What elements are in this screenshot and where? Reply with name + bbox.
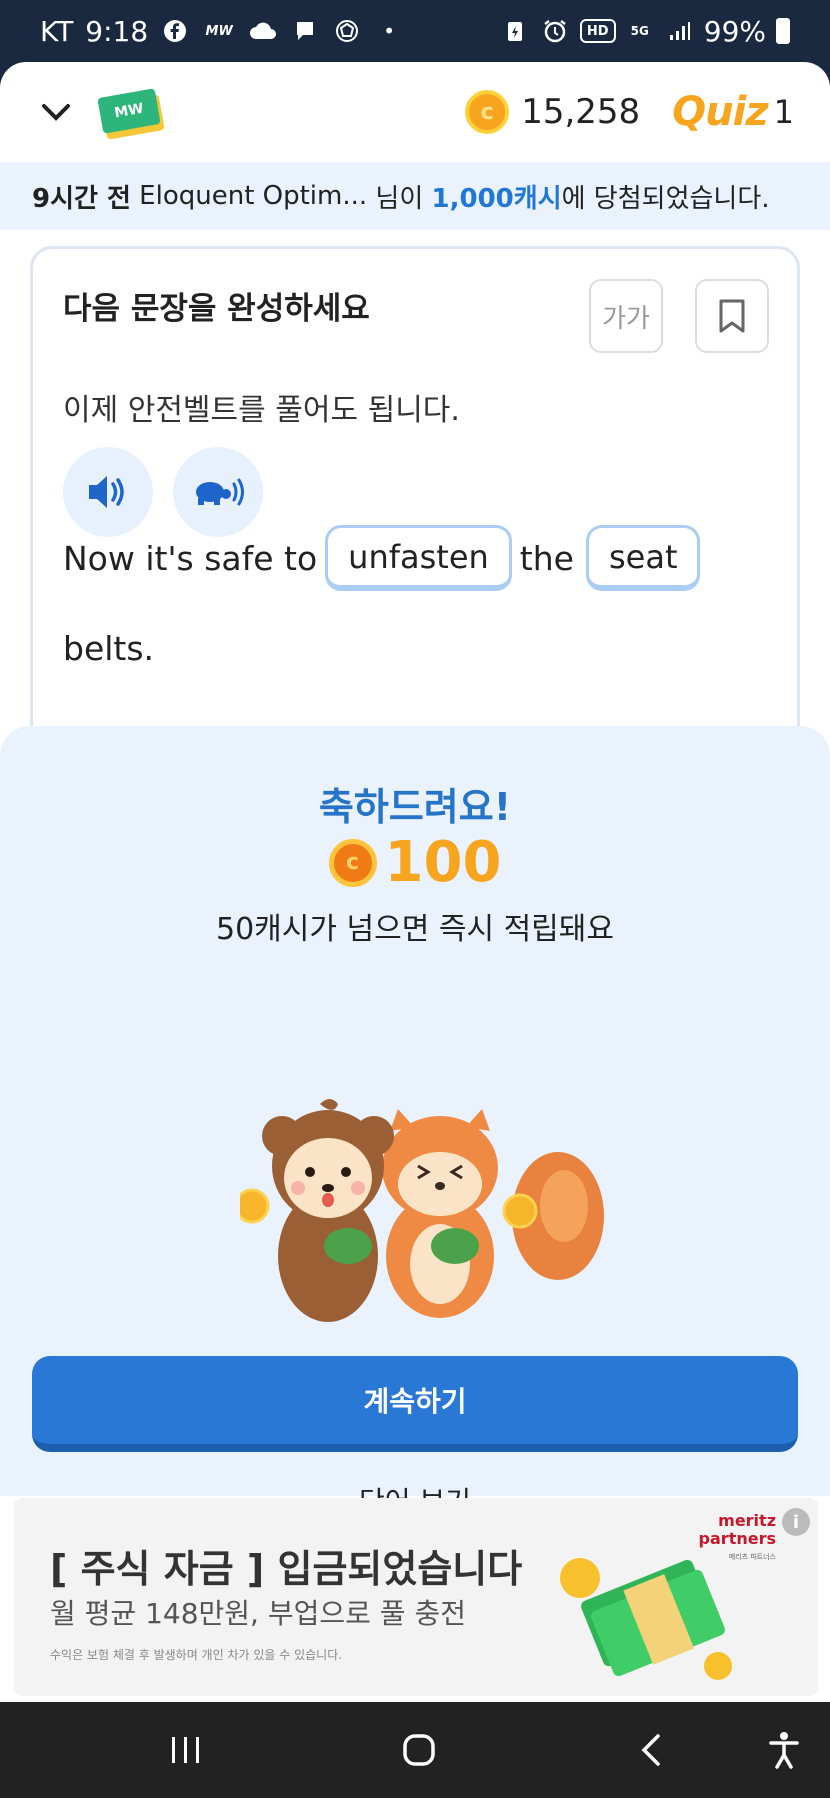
network-5g-icon: 5G xyxy=(630,24,649,38)
sentence-text: belts. xyxy=(63,629,155,668)
system-nav-bar xyxy=(0,1702,830,1798)
ad-brand-name-2: partners xyxy=(698,1529,776,1548)
quiz-instruction: 다음 문장을 완성하세요 xyxy=(63,291,370,327)
korean-sentence: 이제 안전벨트를 풀어도 됩니다. xyxy=(63,393,460,428)
congrats-title: 축하드려요! xyxy=(318,785,512,829)
ad-subtitle: 월 평균 148만원, 부업으로 풀 충전 xyxy=(50,1597,466,1630)
ad-disclaimer: 수익은 보험 체결 후 발생하며 개인 차가 있을 수 있습니다. xyxy=(50,1648,343,1662)
english-sentence-line-2: belts. xyxy=(63,629,154,668)
result-sheet: 축하드려요! c 100 50캐시가 넘으면 즉시 적립돼요 계속하기 xyxy=(0,726,830,1518)
quiz-count: 1 xyxy=(773,93,794,131)
alarm-icon xyxy=(540,16,570,46)
mascot-illustration xyxy=(240,1099,604,1322)
battery-saver-icon xyxy=(500,16,530,46)
banner-user: Eloquent Optim... xyxy=(139,181,368,211)
banner-middle: 님이 xyxy=(375,183,424,214)
chat-icon xyxy=(290,16,320,46)
turtle-icon xyxy=(196,478,244,506)
sentence-text: Now it's safe to xyxy=(63,538,318,578)
clock: 9:18 xyxy=(85,14,149,48)
app-logo[interactable]: MW xyxy=(97,88,165,140)
cash-balance[interactable]: 15,258 xyxy=(521,92,640,132)
battery-icon xyxy=(776,18,790,44)
back-icon xyxy=(641,1734,660,1766)
ad-brand-name: meritz xyxy=(718,1511,776,1530)
coin-icon: c xyxy=(328,838,377,887)
reward-note: 50캐시가 넘으면 즉시 적립돼요 xyxy=(216,912,614,947)
back-button[interactable] xyxy=(626,1724,678,1776)
winner-banner: 9시간 전 Eloquent Optim... 님이 1,000캐시 에 당첨되었… xyxy=(0,162,830,230)
collapse-button[interactable] xyxy=(36,92,76,132)
reward-amount-row: c 100 xyxy=(0,830,830,895)
battery-percent: 99% xyxy=(703,14,766,48)
font-size-button[interactable]: 가가 xyxy=(589,279,663,353)
chevron-down-icon xyxy=(42,104,70,121)
accessibility-button[interactable] xyxy=(758,1724,810,1776)
app-header: MW c 15,258 Quiz 1 xyxy=(0,62,830,162)
answer-chip-unfasten[interactable]: unfasten xyxy=(325,525,512,591)
english-sentence-line-1: Now it's safe to unfasten the seat xyxy=(63,525,708,591)
ad-info-button[interactable]: i xyxy=(782,1508,810,1536)
cloud-icon xyxy=(248,16,278,46)
settings-gem-icon xyxy=(332,16,362,46)
ad-banner[interactable]: [ 주식 자금 ] 입금되었습니다 월 평균 148만원, 부업으로 풀 충전 … xyxy=(14,1498,818,1696)
banner-time: 9시간 전 xyxy=(32,183,131,214)
mw-app-icon: MW xyxy=(205,23,233,39)
squirrel-mascot xyxy=(382,1109,604,1318)
bear-mascot xyxy=(240,1099,394,1322)
continue-button[interactable]: 계속하기 xyxy=(32,1356,798,1452)
signal-icon xyxy=(664,16,694,46)
reward-amount: 100 xyxy=(384,830,502,895)
ad-title: [ 주식 자금 ] 입금되었습니다 xyxy=(50,1547,523,1591)
play-audio-button[interactable] xyxy=(63,447,153,537)
accessibility-icon xyxy=(769,1732,799,1769)
quiz-logo[interactable]: Quiz xyxy=(672,89,768,135)
hd-icon: HD xyxy=(579,19,616,43)
status-bar: KT 9:18 MW • HD 5G 99% xyxy=(0,0,830,62)
ad-brand-small: 메리츠 파트너스 xyxy=(728,1553,776,1561)
play-slow-audio-button[interactable] xyxy=(173,447,263,537)
banner-prize: 1,000캐시 xyxy=(431,183,562,214)
carrier-label: KT xyxy=(40,14,74,48)
banner-suffix: 에 당첨되었습니다. xyxy=(561,183,770,214)
quiz-app: MW c 15,258 Quiz 1 9시간 전 Eloquent Optim.… xyxy=(0,62,830,1702)
facebook-icon xyxy=(160,16,190,46)
bookmark-icon xyxy=(719,299,745,333)
answer-chip-seat[interactable]: seat xyxy=(585,525,701,591)
bookmark-button[interactable] xyxy=(695,279,769,353)
dot-icon: • xyxy=(383,19,396,43)
home-icon xyxy=(403,1734,435,1766)
sentence-text: the xyxy=(519,538,574,578)
speaker-icon xyxy=(89,476,124,508)
recent-apps-icon xyxy=(172,1737,199,1763)
recent-apps-button[interactable] xyxy=(160,1724,212,1776)
home-button[interactable] xyxy=(393,1724,445,1776)
cash-coin-icon: c xyxy=(465,90,510,134)
ad-brand: meritz partners 메리츠 파트너스 xyxy=(699,1512,776,1566)
